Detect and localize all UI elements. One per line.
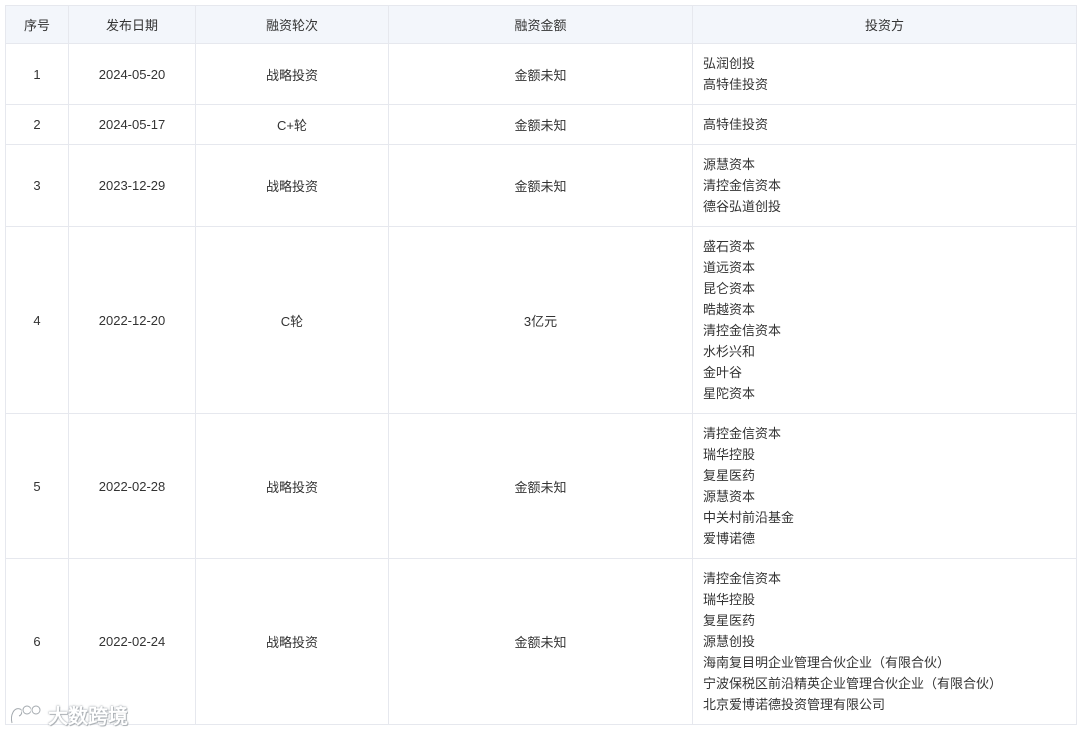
table-row: 2 2024-05-17 C+轮 金额未知 高特佳投资 — [5, 104, 1077, 145]
investor-name: 复星医药 — [703, 613, 756, 628]
investor-name: 源慧资本 — [703, 489, 756, 504]
cell-investors: 源慧资本清控金信资本 德谷弘道创投 — [692, 144, 1077, 227]
investor-name: 宁波保税区前沿精英企业管理合伙企业（有限合伙） — [703, 676, 1003, 691]
cell-amount: 3亿元 — [388, 226, 693, 414]
cell-amount: 金额未知 — [388, 43, 693, 105]
investor-name: 源慧创投 — [703, 634, 756, 649]
investor-name: 复星医药 — [703, 468, 756, 483]
cell-date: 2024-05-17 — [68, 104, 196, 145]
investor-name: 清控金信资本 — [703, 571, 782, 586]
investor-name: 弘润创投 — [703, 56, 756, 71]
investor-name: 清控金信资本 — [703, 178, 782, 193]
cell-amount: 金额未知 — [388, 144, 693, 227]
cell-round: 战略投资 — [195, 43, 389, 105]
investor-name: 海南复目明企业管理合伙企业（有限合伙） — [703, 655, 951, 670]
investor-name: 晧越资本 — [703, 302, 756, 317]
investor-name: 高特佳投资 — [703, 77, 769, 92]
table-header-row: 序号 发布日期 融资轮次 融资金额 投资方 — [5, 5, 1077, 44]
cell-date: 2023-12-29 — [68, 144, 196, 227]
cell-date: 2022-02-28 — [68, 413, 196, 559]
investor-name: 金叶谷 — [703, 365, 743, 380]
header-investors: 投资方 — [692, 5, 1077, 44]
investor-name: 瑞华控股 — [703, 447, 756, 462]
brand-logo-icon — [10, 704, 42, 723]
cell-investors: 盛石资本道远资本昆仑资本晧越资本清控金信资本 水杉兴和金叶谷星陀资本 — [692, 226, 1077, 414]
cell-round: C+轮 — [195, 104, 389, 145]
cell-index: 5 — [5, 413, 69, 559]
cell-amount: 金额未知 — [388, 413, 693, 559]
investor-name: 昆仑资本 — [703, 281, 756, 296]
financing-table-container: 序号 发布日期 融资轮次 融资金额 投资方 1 2024-05-20 战略投资 金额未… — [5, 5, 1077, 725]
cell-amount: 金额未知 — [388, 558, 693, 725]
header-amount: 融资金额 — [388, 5, 693, 44]
investor-name: 爱博诺德 — [703, 531, 756, 546]
investor-name: 星陀资本 — [703, 386, 756, 401]
cell-round: 战略投资 — [195, 413, 389, 559]
investor-name: 道远资本 — [703, 260, 756, 275]
cell-investors: 清控金信资本 瑞华控股复星医药源慧资本中关村前沿基金 爱博诺德 — [692, 413, 1077, 559]
table-row: 4 2022-12-20 C轮 3亿元 盛石资本道远资本昆仑资本晧越资本清控金信资本 水杉… — [5, 226, 1077, 414]
cell-investors: 高特佳投资 — [692, 104, 1077, 145]
cell-round: 战略投资 — [195, 558, 389, 725]
cell-investors: 弘润创投 高特佳投资 — [692, 43, 1077, 105]
investor-name: 中关村前沿基金 — [703, 510, 795, 525]
watermark: 大数跨境 — [8, 700, 128, 729]
investor-name: 清控金信资本 — [703, 323, 782, 338]
header-index: 序号 — [5, 5, 69, 44]
header-round: 融资轮次 — [195, 5, 389, 44]
cell-investors: 清控金信资本 瑞华控股复星医药源慧创投海南复目明企业管理合伙企业（有限合伙） 宁波保… — [692, 558, 1077, 725]
cell-index: 2 — [5, 104, 69, 145]
investor-name: 水杉兴和 — [703, 344, 756, 359]
investor-name: 北京爱博诺德投资管理有限公司 — [703, 697, 886, 712]
table-row: 3 2023-12-29 战略投资 金额未知 源慧资本清控金信资本 德谷弘道创投 — [5, 144, 1077, 227]
cell-date: 2024-05-20 — [68, 43, 196, 105]
cell-amount: 金额未知 — [388, 104, 693, 145]
cell-round: C轮 — [195, 226, 389, 414]
table-row: 5 2022-02-28 战略投资 金额未知 清控金信资本 瑞华控股复星医药源慧资本中关村… — [5, 413, 1077, 559]
investor-name: 清控金信资本 — [703, 426, 782, 441]
investor-name: 德谷弘道创投 — [703, 199, 782, 214]
investor-name: 瑞华控股 — [703, 592, 756, 607]
cell-round: 战略投资 — [195, 144, 389, 227]
investor-name: 源慧资本 — [703, 157, 756, 172]
watermark-text: 大数跨境 — [48, 706, 128, 728]
header-date: 发布日期 — [68, 5, 196, 44]
investor-name: 高特佳投资 — [703, 117, 769, 132]
cell-index: 1 — [5, 43, 69, 105]
investor-name: 盛石资本 — [703, 239, 756, 254]
cell-index: 3 — [5, 144, 69, 227]
financing-table: 序号 发布日期 融资轮次 融资金额 投资方 1 2024-05-20 战略投资 金额未… — [5, 5, 1077, 725]
table-row: 1 2024-05-20 战略投资 金额未知 弘润创投高特佳投资 — [5, 43, 1077, 105]
table-row: 6 2022-02-24 战略投资 金额未知 清控金信资本 瑞华控股 复星医药 源慧创投 海南复… — [5, 558, 1077, 725]
cell-index: 4 — [5, 226, 69, 414]
cell-date: 2022-12-20 — [68, 226, 196, 414]
